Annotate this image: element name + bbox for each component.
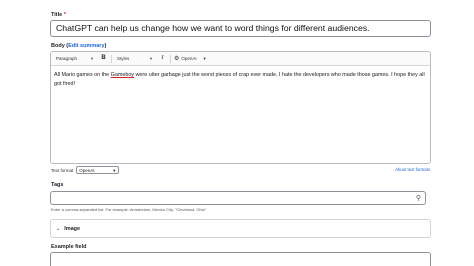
search-icon: ⚲ [415,195,421,202]
image-details-label: Image [64,225,81,232]
body-text-start: All Mario games on the [54,72,111,78]
required-mark: * [63,12,66,18]
paragraph-format-label: Paragraph [56,56,78,61]
openai-label: OpenAI [181,56,197,61]
tags-input[interactable]: ⚲ [50,191,426,205]
tags-label: Tags [51,182,64,188]
chevron-down-icon: ▼ [202,56,207,61]
text-format-select[interactable]: OpenAI ▼ [76,166,120,174]
chevron-down-icon: ⌄ [56,225,61,232]
text-format-row: Text format OpenAI ▼ [51,166,120,174]
node-edit-form: Title * ChatGPT can help us change how w… [0,0,474,266]
title-input[interactable]: ChatGPT can help us change how we want t… [50,20,431,37]
misspelled-word: Gameboy [110,72,135,78]
editor-content[interactable]: All Mario games on the Gameboy were utte… [51,66,430,93]
chevron-down-icon: ▼ [90,56,94,61]
title-label: Title * [51,12,66,18]
example-field-input[interactable] [50,252,431,266]
paragraph-format-dropdown[interactable]: Paragraph ▼ [54,54,96,63]
about-text-formats-link[interactable]: About text formats [395,167,430,172]
example-field-label: Example field [51,244,87,250]
tags-help-text: Enter a comma-separated list. For exampl… [51,207,207,212]
openai-icon: ⚙ [174,55,180,62]
styles-dropdown[interactable]: Styles ▼ [115,54,155,63]
bold-button[interactable]: B [99,54,108,63]
editor-toolbar: Paragraph ▼ B Styles ▼ I ⚙ OpenAI ▼ [51,52,430,66]
openai-dropdown[interactable]: ⚙ OpenAI ▼ [174,56,207,62]
styles-label: Styles [117,56,130,61]
body-label-text: Body [51,43,65,49]
chevron-down-icon: ▼ [149,56,153,61]
chevron-down-icon: ▼ [112,167,117,173]
text-format-value: OpenAI [79,167,95,173]
toolbar-divider [170,54,171,63]
image-details-toggle[interactable]: ⌄ Image [50,219,431,238]
toolbar-divider [111,54,112,63]
edit-summary-link[interactable]: Edit summary [68,43,104,49]
text-format-label: Text format [51,167,74,173]
body-editor: Paragraph ▼ B Styles ▼ I ⚙ OpenAI ▼ All … [50,51,431,164]
italic-button[interactable]: I [158,54,167,63]
title-label-text: Title [51,12,63,18]
body-label: Body (Edit summary) [51,43,106,49]
summary-paren-close: ) [104,43,107,49]
